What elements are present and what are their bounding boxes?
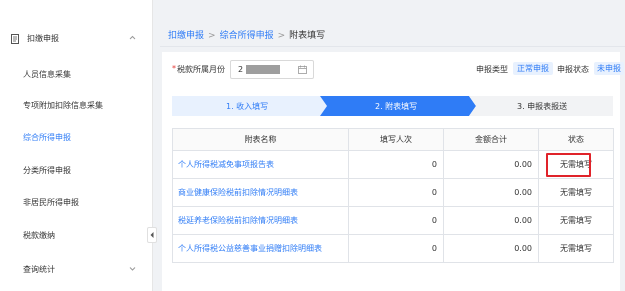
decl-status-label: 申报状态 bbox=[557, 65, 589, 74]
breadcrumb-separator: > bbox=[208, 31, 216, 41]
header-status: 状态 bbox=[538, 128, 614, 151]
row-amount: 0.00 bbox=[443, 234, 539, 263]
decl-status-badge: 未申报 bbox=[594, 62, 624, 75]
breadcrumb-separator: > bbox=[277, 31, 286, 41]
header-count: 填写人次 bbox=[348, 128, 444, 151]
sidebar-item-comprehensive-income[interactable]: 综合所得申报 bbox=[23, 132, 71, 143]
header-amount: 金额合计 bbox=[443, 128, 539, 151]
row-amount: 0.00 bbox=[443, 206, 539, 235]
schedule-name-link[interactable]: 个人所得税公益慈善事业捐赠扣除明细表 bbox=[172, 234, 349, 263]
highlight-annotation bbox=[546, 153, 591, 177]
row-status: 无需填写 bbox=[538, 206, 614, 235]
document-icon bbox=[11, 34, 19, 44]
row-count: 0 bbox=[348, 150, 444, 179]
step-3-label[interactable]: 3. 申报表报送 bbox=[517, 101, 567, 112]
calendar-icon[interactable] bbox=[298, 65, 307, 74]
sidebar-item-query-stats[interactable]: 查询统计 bbox=[23, 264, 55, 275]
table-row: 个人所得税减免事项报告表 0 0.00 无需填写 bbox=[172, 150, 614, 179]
breadcrumb-current: 附表填写 bbox=[289, 31, 326, 41]
period-value: 2 bbox=[238, 65, 244, 74]
step-2-label[interactable]: 2. 附表填写 bbox=[375, 101, 417, 112]
decl-type-label: 申报类型 bbox=[476, 65, 508, 74]
table-row: 商业健康保险税前扣除情况明细表 0 0.00 无需填写 bbox=[172, 178, 614, 207]
sidebar-item-classified-income[interactable]: 分类所得申报 bbox=[23, 165, 71, 176]
breadcrumb-withholding[interactable]: 扣缴申报 bbox=[168, 31, 204, 41]
sidebar-item-special-deduction[interactable]: 专项附加扣除信息采集 bbox=[23, 100, 103, 111]
filter-bar: * 税款所属月份 2 申报类型 正常申报 申报状态 未申报 bbox=[162, 52, 624, 86]
header-divider bbox=[160, 46, 625, 47]
schedule-name-link[interactable]: 个人所得税减免事项报告表 bbox=[172, 150, 349, 179]
sidebar-section-title: 扣缴申报 bbox=[27, 34, 59, 43]
table-header-row: 附表名称 填写人次 金额合计 状态 bbox=[172, 128, 614, 151]
row-count: 0 bbox=[348, 178, 444, 207]
sidebar-item-person-info[interactable]: 人员信息采集 bbox=[23, 69, 71, 80]
required-mark: * bbox=[172, 64, 176, 73]
step-bar: 1. 收入填写 2. 附表填写 3. 申报表报送 bbox=[172, 96, 613, 116]
sidebar-collapse-button[interactable] bbox=[147, 227, 157, 243]
schedule-table: 附表名称 填写人次 金额合计 状态 个人所得税减免事项报告表 0 0.00 无需… bbox=[172, 128, 614, 263]
row-amount: 0.00 bbox=[443, 178, 539, 207]
step-1-label[interactable]: 1. 收入填写 bbox=[226, 101, 268, 112]
table-row: 税延养老保险税前扣除情况明细表 0 0.00 无需填写 bbox=[172, 206, 614, 235]
row-status-cell: 无需填写 bbox=[538, 150, 614, 179]
breadcrumb: 扣缴申报 > 综合所得申报 > 附表填写 bbox=[168, 28, 325, 41]
row-count: 0 bbox=[348, 234, 444, 263]
redacted-mask bbox=[246, 65, 280, 74]
content-panel: * 税款所属月份 2 申报类型 正常申报 申报状态 未申报 1. 收入填写 2.… bbox=[162, 52, 624, 291]
schedule-name-link[interactable]: 税延养老保险税前扣除情况明细表 bbox=[172, 206, 349, 235]
chevron-down-icon[interactable] bbox=[128, 264, 137, 273]
row-status: 无需填写 bbox=[538, 234, 614, 263]
sidebar-item-nonresident-income[interactable]: 非居民所得申报 bbox=[23, 197, 79, 208]
chevron-left-icon bbox=[150, 232, 154, 238]
header-schedule-name: 附表名称 bbox=[172, 128, 349, 151]
breadcrumb-comprehensive-income[interactable]: 综合所得申报 bbox=[220, 31, 274, 41]
period-date-picker[interactable]: 2 bbox=[230, 60, 314, 79]
decl-type-badge: 正常申报 bbox=[513, 62, 553, 75]
sidebar: 扣缴申报 人员信息采集 专项附加扣除信息采集 综合所得申报 分类所得申报 非居民… bbox=[0, 0, 153, 291]
main-content: 扣缴申报 > 综合所得申报 > 附表填写 * 税款所属月份 2 申报类型 正常申报 申报… bbox=[160, 0, 625, 291]
schedule-name-link[interactable]: 商业健康保险税前扣除情况明细表 bbox=[172, 178, 349, 207]
row-status: 无需填写 bbox=[538, 178, 614, 207]
chevron-up-icon[interactable] bbox=[128, 33, 137, 42]
period-label: 税款所属月份 bbox=[177, 65, 225, 74]
table-row: 个人所得税公益慈善事业捐赠扣除明细表 0 0.00 无需填写 bbox=[172, 234, 614, 263]
row-amount: 0.00 bbox=[443, 150, 539, 179]
sidebar-section-header[interactable]: 扣缴申报 bbox=[0, 28, 152, 48]
sidebar-item-tax-payment[interactable]: 税款缴纳 bbox=[23, 230, 55, 241]
row-count: 0 bbox=[348, 206, 444, 235]
